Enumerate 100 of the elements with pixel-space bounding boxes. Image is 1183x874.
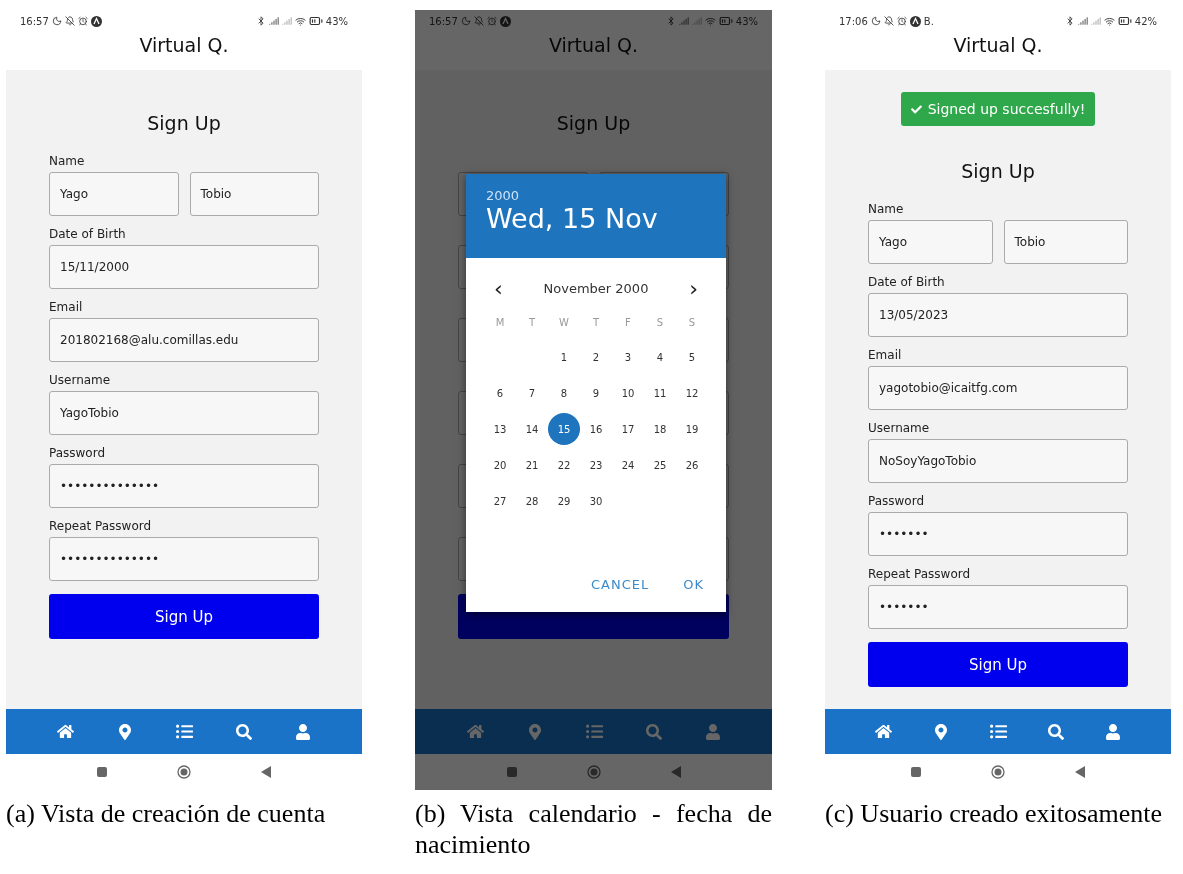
selected-date: Wed, 15 Nov — [486, 203, 659, 234]
next-month-button[interactable]: › — [685, 276, 702, 301]
input-field[interactable]: ••••••• — [868, 585, 1128, 629]
map-pin-icon[interactable] — [526, 723, 543, 740]
list-icon[interactable] — [990, 723, 1007, 740]
calendar-day[interactable]: 29 — [548, 485, 580, 517]
calendar-day[interactable]: 7 — [516, 377, 548, 409]
list-icon[interactable] — [585, 723, 603, 740]
home-icon[interactable] — [57, 723, 75, 740]
dialog-button[interactable]: OK — [675, 571, 712, 598]
input-field[interactable]: Tobio — [1003, 220, 1128, 264]
user-icon[interactable] — [704, 723, 721, 740]
input-field[interactable]: YagoTobio — [49, 391, 319, 435]
form-heading: Sign Up — [555, 112, 632, 134]
field-label: Date of Birth — [868, 275, 946, 290]
square-icon[interactable] — [506, 767, 517, 777]
field-label: Repeat Password — [49, 519, 153, 534]
calendar-day[interactable]: 22 — [548, 449, 580, 481]
battery-icon — [308, 14, 323, 28]
back-icon[interactable] — [670, 766, 681, 778]
home-icon[interactable] — [875, 723, 893, 740]
moon-icon — [460, 16, 471, 26]
input-field[interactable]: Tobio — [189, 172, 319, 216]
calendar-day[interactable]: 2 — [580, 341, 612, 373]
dialog-button[interactable]: CANCEL — [583, 571, 658, 598]
signal-icon — [1090, 16, 1101, 26]
search-icon[interactable] — [1047, 723, 1064, 740]
calendar-day[interactable]: 15 — [548, 413, 580, 445]
search-icon[interactable] — [235, 723, 252, 740]
square-icon[interactable] — [97, 767, 107, 777]
calendar-day[interactable]: 3 — [612, 341, 644, 373]
wifi-icon — [1103, 15, 1115, 27]
calendar-day[interactable]: 5 — [676, 341, 708, 373]
app-title: Virtual Q. — [952, 33, 1044, 58]
input-field[interactable]: 15/11/2000 — [49, 245, 319, 289]
bluetooth-icon — [1064, 16, 1075, 26]
calendar-day[interactable]: 26 — [676, 449, 708, 481]
field-label: Password — [868, 494, 926, 509]
calendar-day[interactable]: 24 — [612, 449, 644, 481]
calendar-day[interactable]: 28 — [516, 485, 548, 517]
calendar-day[interactable]: 10 — [612, 377, 644, 409]
calendar-day[interactable]: 1 — [548, 341, 580, 373]
weekday-label: M — [494, 316, 506, 330]
field-label: Name — [868, 202, 905, 217]
calendar-day[interactable]: 25 — [644, 449, 676, 481]
input-field[interactable]: •••••••••••••• — [49, 537, 319, 581]
home-circle-icon[interactable] — [991, 765, 1005, 779]
calendar-day[interactable]: 23 — [580, 449, 612, 481]
success-message: Signed up succesfully! — [900, 92, 1096, 126]
alarm-icon — [896, 16, 907, 26]
calendar-day[interactable]: 14 — [516, 413, 548, 445]
battery-icon — [1117, 14, 1132, 28]
calendar-day[interactable]: 20 — [484, 449, 516, 481]
square-icon[interactable] — [911, 767, 921, 777]
back-icon[interactable] — [1075, 766, 1085, 778]
calendar-day[interactable]: 12 — [676, 377, 708, 409]
calendar-day[interactable]: 4 — [644, 341, 676, 373]
search-icon[interactable] — [645, 723, 662, 740]
previous-month-button[interactable]: ‹ — [490, 276, 507, 301]
home-icon[interactable] — [466, 723, 484, 740]
calendar-day[interactable]: 18 — [644, 413, 676, 445]
sign-up-button[interactable]: Sign Up — [868, 642, 1128, 687]
bell-off-icon — [883, 16, 894, 26]
calendar-day[interactable]: 17 — [612, 413, 644, 445]
calendar-day[interactable]: 19 — [676, 413, 708, 445]
calendar-day[interactable]: 13 — [484, 413, 516, 445]
user-icon[interactable] — [1104, 723, 1121, 740]
calendar-day[interactable]: 30 — [580, 485, 612, 517]
user-icon[interactable] — [294, 723, 311, 740]
weekday-label: T — [527, 316, 537, 330]
month-title: November 2000 — [543, 281, 649, 296]
map-pin-icon[interactable] — [117, 723, 134, 740]
weekday-label: F — [624, 316, 632, 330]
moon-icon — [51, 16, 62, 26]
bluetooth-icon — [255, 16, 266, 26]
input-field[interactable]: 13/05/2023 — [868, 293, 1128, 337]
sign-up-button[interactable]: Sign Up — [49, 594, 319, 639]
input-field[interactable]: yagotobio@icaitfg.com — [868, 366, 1128, 410]
list-icon[interactable] — [176, 723, 193, 740]
calendar-day[interactable]: 9 — [580, 377, 612, 409]
map-pin-icon[interactable] — [933, 723, 950, 740]
input-field[interactable]: ••••••• — [868, 512, 1128, 556]
home-circle-icon[interactable] — [177, 765, 191, 779]
app-title: Virtual Q. — [138, 33, 230, 58]
calendar-day[interactable]: 16 — [580, 413, 612, 445]
calendar-day[interactable]: 27 — [484, 485, 516, 517]
back-icon[interactable] — [261, 766, 271, 778]
field-label: Email — [868, 348, 903, 363]
calendar-day[interactable]: 11 — [644, 377, 676, 409]
calendar-day[interactable]: 8 — [548, 377, 580, 409]
circle-icon — [90, 15, 102, 27]
input-field[interactable]: 201802168@alu.comillas.edu — [49, 318, 319, 362]
home-circle-icon[interactable] — [586, 765, 601, 779]
calendar-day[interactable]: 21 — [516, 449, 548, 481]
field-label: Username — [49, 373, 112, 388]
input-field[interactable]: Yago — [868, 220, 993, 264]
input-field[interactable]: Yago — [49, 172, 179, 216]
input-field[interactable]: •••••••••••••• — [49, 464, 319, 508]
calendar-day[interactable]: 6 — [484, 377, 516, 409]
input-field[interactable]: NoSoyYagoTobio — [868, 439, 1128, 483]
